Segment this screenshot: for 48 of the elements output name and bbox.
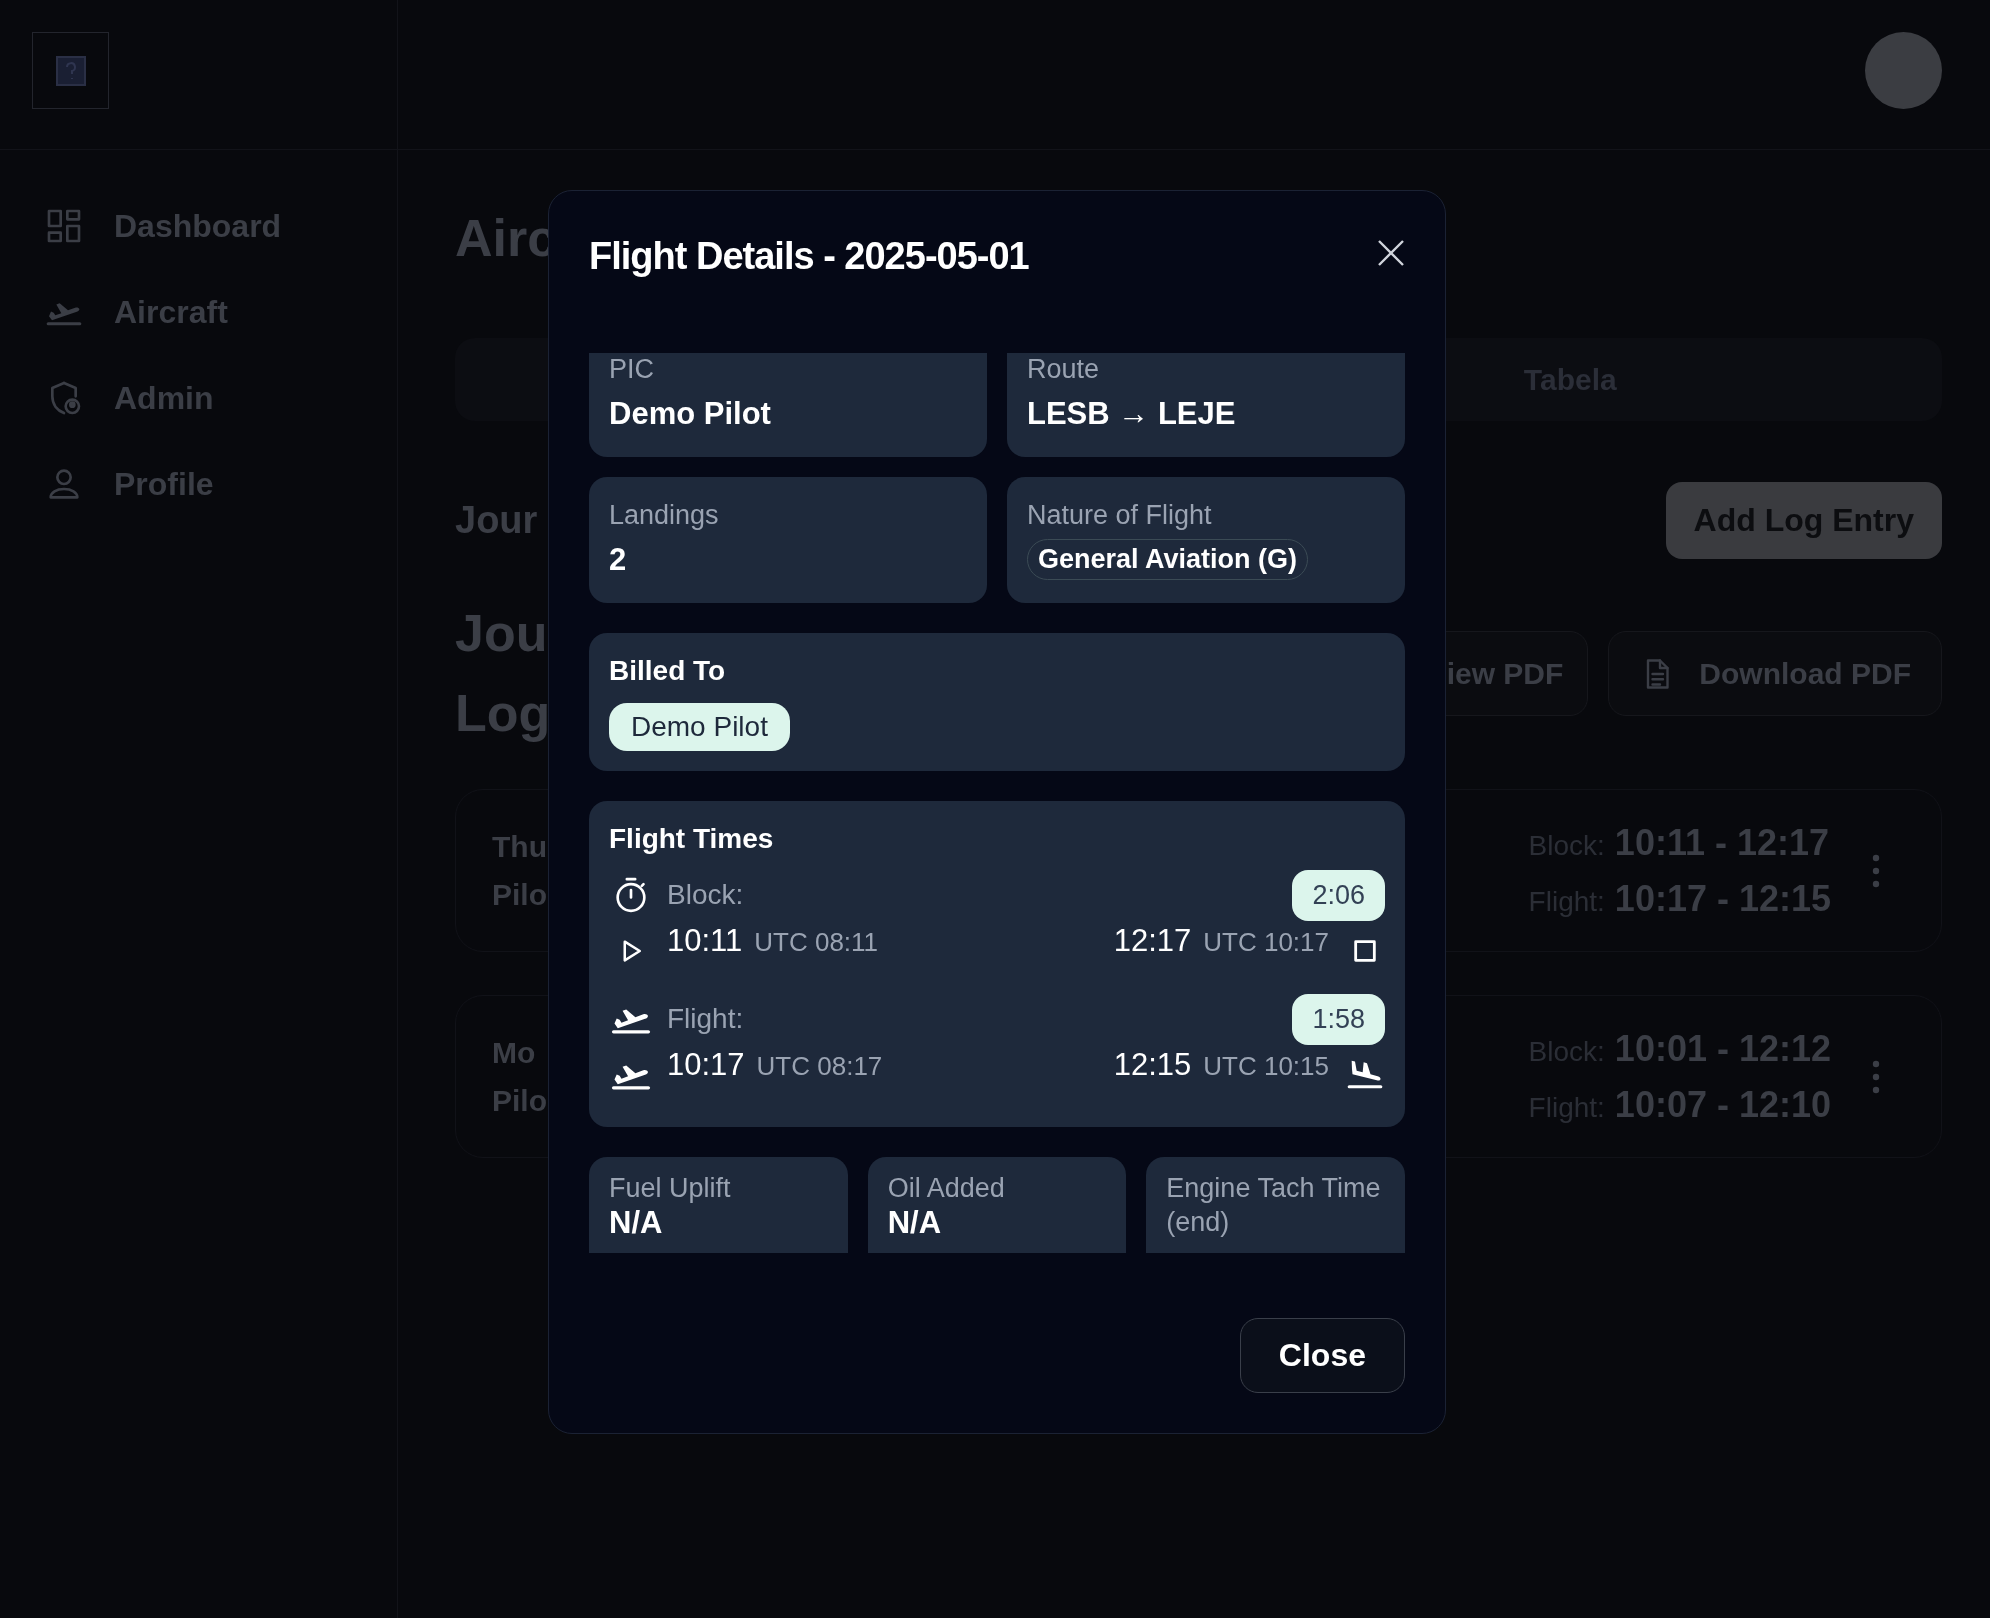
start-time: 10:17 [667, 1047, 745, 1083]
field-label: Engine Tach Time (end) [1166, 1172, 1382, 1239]
field-label: Landings [609, 499, 720, 532]
section-heading: Flight Times [609, 822, 775, 856]
field-value: 2 [609, 541, 628, 579]
entry-pilot: Pilo [492, 877, 547, 912]
dialog-title: Flight Details - 2025-05-01 [589, 235, 1029, 278]
field-label: Fuel Uplift [609, 1172, 732, 1205]
end-time: 12:17 [1113, 923, 1192, 959]
entry-pilot: Pilo [492, 1083, 547, 1118]
end-time: 12:15 [1113, 1047, 1192, 1083]
field-label: Oil Added [887, 1172, 1006, 1205]
entry-date: Thu [492, 829, 547, 864]
start-time: 10:11 [667, 923, 743, 959]
end-utc: UTC 10:17 [1203, 927, 1329, 958]
end-utc: UTC 10:15 [1203, 1051, 1329, 1082]
sidebar-item[interactable]: Aircraft [44, 292, 397, 332]
duration: 2:06 [1292, 869, 1385, 921]
broken-image-icon [32, 32, 109, 109]
field-label: Route [1027, 353, 1101, 386]
start-utc: UTC 08:11 [754, 927, 879, 958]
time-label: Block: [667, 879, 745, 911]
log-title: Log [455, 683, 551, 744]
sidebar-item[interactable]: Profile [44, 464, 397, 504]
duration: 1:58 [1292, 993, 1385, 1045]
entry-date: Mo [492, 1035, 537, 1070]
more-options-icon[interactable] [1871, 1059, 1881, 1094]
field-value: N/A [887, 1205, 943, 1241]
billed-chip: Demo Pilot [609, 703, 790, 751]
field-value: N/A [609, 1205, 664, 1241]
log-title: Jou [455, 603, 549, 664]
block-times: 10:01 - 12:12 [1614, 1027, 1831, 1070]
field-label: Nature of Flight [1027, 499, 1213, 532]
square-icon [1351, 937, 1379, 965]
time-label: Flight: [667, 1003, 745, 1035]
flight-times: 10:17 - 12:15 [1614, 877, 1831, 920]
field-value: LESB → LEJE [1027, 395, 1237, 433]
block-times: 10:11 - 12:17 [1614, 821, 1830, 864]
flight-times: 10:07 - 12:10 [1614, 1083, 1831, 1126]
sidebar-item[interactable]: Admin [44, 378, 397, 418]
close-button[interactable]: Close [1239, 1318, 1405, 1393]
section-heading: Billed To [609, 654, 727, 688]
start-utc: UTC 08:17 [756, 1051, 883, 1082]
field-label: PIC [609, 353, 655, 386]
sidebar-item[interactable]: Dashboard [44, 206, 397, 246]
field-value: Demo Pilot [609, 395, 772, 433]
section-title: Jour [455, 499, 538, 542]
more-options-icon[interactable] [1871, 853, 1881, 888]
